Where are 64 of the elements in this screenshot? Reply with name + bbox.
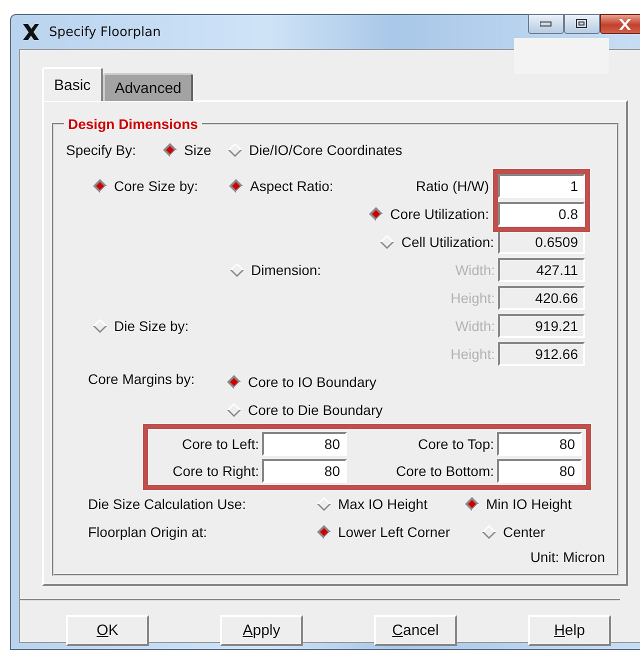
group-title: Design Dimensions (67, 116, 199, 132)
option-label: Die/IO/Core Coordinates (249, 142, 402, 158)
radio-button[interactable] (228, 178, 244, 194)
field-label: Floorplan Origin at: (88, 524, 208, 540)
option-label: Die Size by: (114, 318, 189, 334)
option-label: Center (503, 524, 546, 540)
field-label: Specify By: (66, 142, 138, 158)
tab[interactable]: Basic (42, 67, 103, 101)
radio-button[interactable] (481, 524, 497, 540)
dialog-button[interactable]: Help (528, 614, 611, 646)
option-label: Min IO Height (486, 496, 572, 512)
x-logo-icon (21, 22, 41, 42)
tab[interactable]: Advanced (102, 73, 194, 101)
dialog-button[interactable]: Cancel (374, 614, 457, 646)
option-label: Core Utilization: (390, 206, 489, 222)
input-field[interactable]: 0.6509 (498, 230, 585, 254)
field-label: Core Margins by: (88, 370, 196, 387)
option-label: Core to IO Boundary (248, 374, 376, 390)
dialog-button[interactable]: OK (66, 614, 149, 646)
field-label: Core to Left: (180, 436, 260, 452)
field-label: Ratio (H/W) (416, 178, 490, 194)
minimize-icon (540, 21, 552, 27)
field-label: Core to Top: (416, 436, 495, 452)
radio-button[interactable] (226, 374, 242, 390)
input-field[interactable]: 0.8 (498, 202, 585, 226)
input-field[interactable]: 80 (262, 458, 347, 482)
input-field[interactable]: 80 (262, 432, 347, 456)
option-label: Aspect Ratio: (250, 178, 334, 194)
radio-button[interactable] (368, 206, 384, 222)
field-label: Width: (455, 262, 496, 278)
maximize-button[interactable] (564, 14, 600, 34)
option-label: Cell Utilization: (401, 234, 494, 250)
field-label: Die Size Calculation Use: (88, 496, 247, 512)
input-field[interactable]: 80 (497, 432, 582, 456)
radio-button[interactable] (92, 318, 108, 334)
unit-label: Unit: Micron (530, 549, 605, 565)
radio-button[interactable] (379, 234, 396, 250)
field-label: Core to Bottom: (394, 462, 495, 478)
option-label: Size (184, 142, 212, 158)
input-field[interactable]: 80 (497, 458, 582, 482)
radio-button[interactable] (227, 142, 243, 158)
option-label: Dimension: (251, 262, 322, 278)
input-field[interactable]: 1 (498, 174, 585, 198)
radio-button[interactable] (226, 402, 242, 418)
minimize-button[interactable] (528, 14, 564, 34)
option-label: Max IO Height (338, 496, 428, 512)
field-label: Height: (450, 290, 496, 306)
dialog-button[interactable]: Apply (220, 614, 303, 646)
field-label: Core to Right: (172, 462, 260, 478)
field-label: Height: (450, 346, 496, 362)
option-label: Core Size by: (114, 178, 200, 194)
option-label: Lower Left Corner (338, 524, 452, 540)
radio-button[interactable] (464, 496, 480, 512)
window-title: Specify Floorplan (49, 24, 161, 40)
maximize-icon (576, 19, 588, 29)
close-button[interactable] (600, 14, 640, 34)
radio-button[interactable] (229, 262, 245, 278)
radio-button[interactable] (162, 142, 178, 158)
radio-button[interactable] (316, 524, 332, 540)
option-label: Core to Die Boundary (248, 402, 383, 418)
close-icon (618, 18, 632, 30)
radio-button[interactable] (92, 178, 108, 194)
radio-button[interactable] (316, 496, 332, 512)
field-label: Width: (455, 318, 496, 334)
